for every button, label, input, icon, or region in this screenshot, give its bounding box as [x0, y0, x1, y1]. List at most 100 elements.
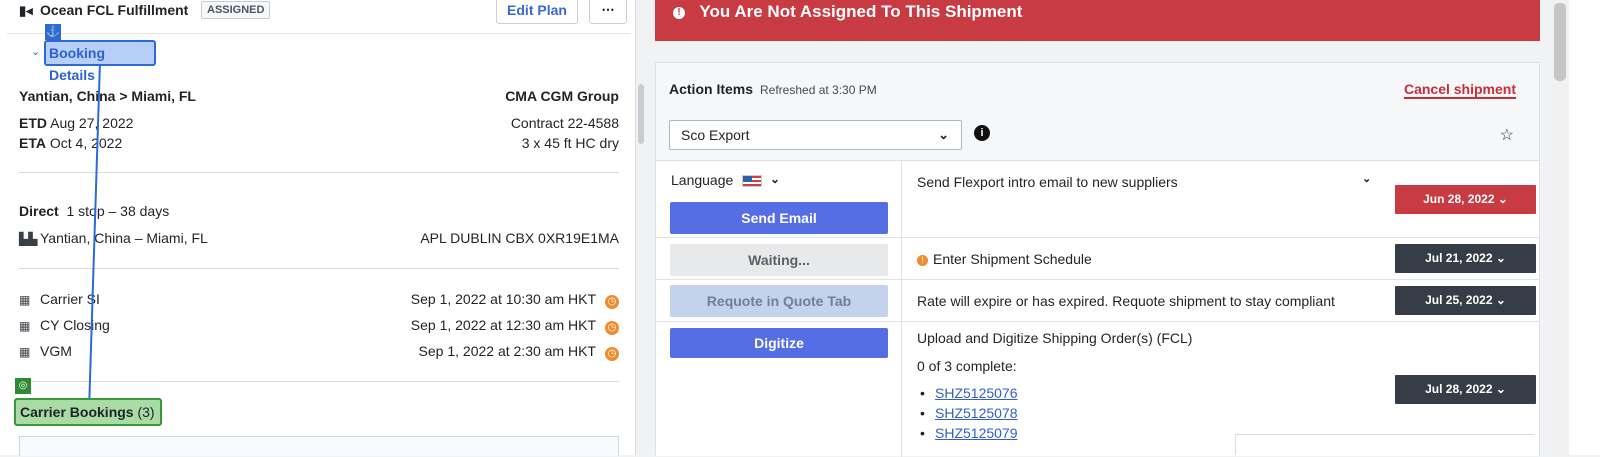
window-edge [1569, 0, 1600, 455]
task-label: Rate will expire or has expired. Requote… [917, 293, 1335, 309]
action-task-cell: ! Enter Shipment Schedule Jul 21, 2022 ⌄ [902, 238, 1539, 279]
workflow-selected-value: Sco Export [681, 127, 750, 143]
due-date-badge[interactable]: Jul 21, 2022 ⌄ [1395, 244, 1536, 273]
carrier-name: CMA CGM Group [505, 88, 619, 104]
eta-value-group: ETA Oct 4, 2022 [19, 135, 122, 151]
refresh-timestamp: Refreshed at 3:30 PM [760, 83, 877, 97]
eta-label: ETA [19, 135, 46, 151]
document-link[interactable]: SHZ5125079 [920, 423, 1017, 443]
page-title: Ocean FCL Fulfillment [40, 2, 189, 18]
task-label: Upload and Digitize Shipping Order(s) (F… [917, 330, 1193, 346]
chevron-down-icon[interactable]: ⌄ [31, 45, 40, 58]
page-scrollbar[interactable] [1551, 0, 1569, 455]
document-link-list: SHZ5125076 SHZ5125078 SHZ5125079 [920, 383, 1017, 443]
anchor-icon: ⚓ [45, 24, 61, 40]
vgm-row: ▦ VGM Sep 1, 2022 at 2:30 am HKT ◷ [19, 343, 619, 363]
document-link[interactable]: SHZ5125078 [920, 403, 1017, 423]
action-control-cell: Requote in Quote Tab [656, 280, 902, 321]
edit-plan-button[interactable]: Edit Plan [496, 0, 578, 24]
chevron-down-icon[interactable]: ⌄ [770, 172, 780, 186]
route-row: Yantian, China > Miami, FL CMA CGM Group [19, 88, 619, 108]
cy-closing-deadline: Sep 1, 2022 at 12:30 am HKT ◷ [411, 317, 619, 335]
contract-number: Contract 22-4588 [510, 115, 619, 131]
action-item-row: Requote in Quote Tab Rate will expire or… [656, 280, 1539, 322]
action-items-title: Action Items [669, 81, 754, 97]
calendar-icon: ▦ [19, 293, 31, 307]
scrollbar-thumb[interactable] [1554, 3, 1566, 81]
target-icon: ◎ [15, 378, 31, 394]
chevron-down-icon: ⌄ [938, 127, 949, 142]
action-item-row: Language ⌄ Send Email Send Flexport intr… [656, 161, 1539, 238]
calendar-icon: ▦ [19, 345, 31, 359]
waiting-button[interactable]: Waiting... [670, 244, 888, 276]
lane: Yantian, China – Miami, FL [40, 230, 208, 246]
digitize-button[interactable]: Digitize [670, 328, 888, 358]
vessel-name: APL DUBLIN CBX 0XR19E1MA [420, 230, 619, 246]
shipment-details-panel: ▮◂ Ocean FCL Fulfillment ASSIGNED Edit P… [0, 0, 636, 456]
section-divider [19, 172, 619, 173]
task-label: ! Enter Shipment Schedule [917, 251, 1092, 267]
lane-info: ▙▙ Yantian, China – Miami, FL [19, 230, 208, 246]
routing-summary-row: Direct 1 stop – 38 days [19, 203, 619, 223]
route: Yantian, China > Miami, FL [19, 88, 196, 104]
etd-value-group: ETD Aug 27, 2022 [19, 115, 133, 131]
action-item-row: Waiting... ! Enter Shipment Schedule Jul … [656, 238, 1539, 280]
action-items-panel: ! You Are Not Assigned To This Shipment … [655, 0, 1540, 457]
assigned-status-badge: ASSIGNED [201, 1, 271, 19]
action-task-cell: Rate will expire or has expired. Requote… [902, 280, 1539, 321]
action-items-table: Language ⌄ Send Email Send Flexport intr… [656, 160, 1539, 457]
carrier-bookings-panel [19, 436, 619, 456]
etd-label: ETD [19, 115, 47, 131]
etd-row: ETD Aug 27, 2022 Contract 22-4588 [19, 115, 619, 135]
us-flag-icon[interactable] [742, 175, 762, 187]
section-divider [19, 268, 619, 269]
clock-icon: ◷ [605, 295, 619, 309]
stop-duration: 1 stop – 38 days [66, 203, 170, 219]
cy-closing-row: ▦ CY Closing Sep 1, 2022 at 12:30 am HKT ◷ [19, 317, 619, 337]
language-label: Language [671, 172, 734, 188]
completion-progress: 0 of 3 complete: [917, 358, 1017, 374]
action-control-cell: Language ⌄ Send Email [656, 161, 902, 237]
star-icon[interactable]: ☆ [1500, 125, 1514, 145]
due-date-badge[interactable]: Jul 25, 2022 ⌄ [1395, 286, 1536, 315]
booking-details-toggle[interactable]: Booking Details [44, 40, 156, 83]
cancel-shipment-link[interactable]: Cancel shipment [1403, 81, 1516, 99]
assignment-alert: ! You Are Not Assigned To This Shipment [655, 0, 1540, 41]
carrier-bookings-toggle[interactable]: Carrier Bookings (3) [14, 398, 162, 426]
due-date-badge[interactable]: Jun 28, 2022 ⌄ [1395, 185, 1536, 214]
ship-icon: ▙▙ [19, 232, 38, 246]
workflow-select[interactable]: Sco Export ⌄ [669, 120, 962, 150]
vessel-row: ▙▙ Yantian, China – Miami, FL APL DUBLIN … [19, 230, 619, 250]
document-link[interactable]: SHZ5125076 [920, 383, 1017, 403]
vgm-label: ▦ VGM [19, 343, 72, 359]
container-summary: 3 x 45 ft HC dry [521, 135, 619, 151]
alert-icon: ! [673, 7, 685, 19]
task-label: Send Flexport intro email to new supplie… [917, 174, 1178, 190]
requote-button[interactable]: Requote in Quote Tab [670, 285, 888, 317]
clock-icon: ◷ [605, 347, 619, 361]
carrier-si-deadline: Sep 1, 2022 at 10:30 am HKT ◷ [411, 291, 619, 309]
section-divider [19, 381, 619, 382]
clock-icon: ◷ [605, 321, 619, 335]
floating-panel-edge [1235, 434, 1535, 455]
send-email-button[interactable]: Send Email [670, 202, 888, 234]
action-items-card: Action Items Refreshed at 3:30 PM Cancel… [655, 62, 1540, 457]
flexport-logo-icon: ▮◂ [19, 3, 33, 18]
annotation-connector [88, 61, 101, 411]
warning-icon: ! [917, 255, 928, 266]
info-icon[interactable]: i [974, 125, 990, 141]
carrier-si-row: ▦ Carrier SI Sep 1, 2022 at 10:30 am HKT ◷ [19, 291, 619, 311]
direct-label: Direct [19, 203, 59, 219]
action-control-cell: Waiting... [656, 238, 902, 279]
left-scrollbar[interactable] [638, 84, 644, 144]
eta-date: Oct 4, 2022 [49, 135, 123, 151]
more-options-button[interactable]: ⋯ [589, 0, 627, 24]
chevron-down-icon[interactable]: ⌄ [1362, 172, 1371, 185]
alert-message: You Are Not Assigned To This Shipment [699, 2, 1023, 21]
due-date-badge[interactable]: Jul 28, 2022 ⌄ [1395, 375, 1536, 404]
vgm-deadline: Sep 1, 2022 at 2:30 am HKT ◷ [419, 343, 619, 361]
carrier-bookings-label: Carrier Bookings [20, 404, 134, 420]
carrier-bookings-count: (3) [137, 404, 155, 420]
fulfillment-header: ▮◂ Ocean FCL Fulfillment ASSIGNED Edit P… [7, 0, 631, 34]
action-task-cell: Send Flexport intro email to new supplie… [902, 161, 1539, 237]
